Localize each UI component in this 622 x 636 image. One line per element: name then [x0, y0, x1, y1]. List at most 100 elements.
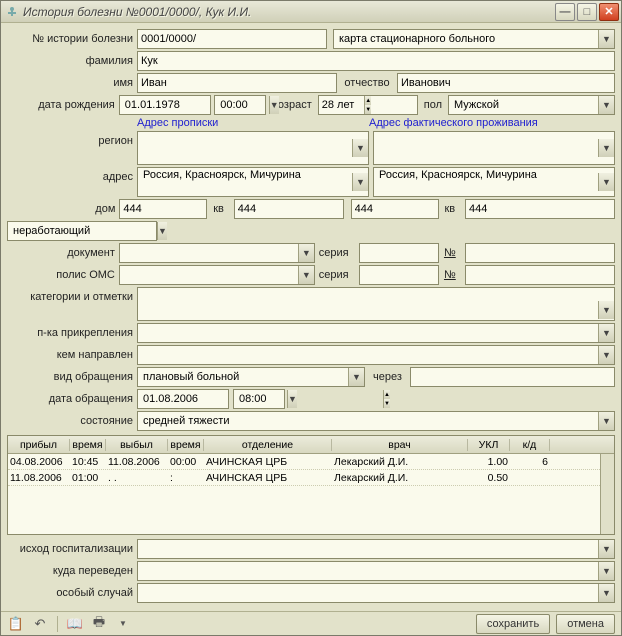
footer-toolbar: 📋 ↶ 📖 🖶 ▼ сохранить отмена [1, 611, 621, 635]
doc-number-input[interactable] [465, 243, 615, 263]
employment-combo[interactable]: ▼ [7, 221, 157, 241]
visit-date-input[interactable]: ▼ [137, 389, 229, 409]
label-name: имя [7, 77, 137, 89]
label-visit-date: дата обращения [7, 393, 137, 405]
doc-series-input[interactable] [359, 243, 439, 263]
outcome-combo[interactable]: ▼ [137, 539, 615, 559]
chevron-down-icon[interactable]: ▼ [598, 346, 614, 364]
link-address-fact[interactable]: Адрес фактического проживания [369, 117, 538, 129]
label-address: адрес [7, 167, 137, 197]
label-through: через [365, 371, 410, 383]
flat-reg-input[interactable] [234, 199, 344, 219]
table-row[interactable]: 04.08.200610:4511.08.200600:00АЧИНСКАЯ Ц… [8, 454, 614, 470]
spin-down-icon[interactable]: ▼ [364, 105, 371, 114]
chevron-down-icon[interactable]: ▼ [598, 412, 614, 430]
visit-type-combo[interactable]: ▼ [137, 367, 365, 387]
address-fact-combo[interactable]: ▼ [373, 167, 615, 197]
surname-input[interactable] [137, 51, 615, 71]
label-visit-type: вид обращения [7, 371, 137, 383]
history-no-input[interactable] [137, 29, 327, 49]
attach-combo[interactable]: ▼ [137, 323, 615, 343]
chevron-down-icon[interactable]: ▼ [352, 173, 368, 191]
chevron-down-icon[interactable]: ▼ [598, 540, 614, 558]
separator [57, 616, 58, 632]
omc-number-input[interactable] [465, 265, 615, 285]
table-row[interactable]: 11.08.200601:00. .:АЧИНСКАЯ ЦРБЛекарский… [8, 470, 614, 486]
chevron-down-icon[interactable]: ▼ [298, 244, 314, 262]
dob-date-input[interactable]: ▼ [119, 95, 211, 115]
chevron-down-icon[interactable]: ▼ [598, 301, 614, 319]
chevron-down-icon[interactable]: ▼ [598, 96, 614, 114]
spin-down-icon[interactable]: ▼ [383, 399, 390, 408]
referred-combo[interactable]: ▼ [137, 345, 615, 365]
spin-up-icon[interactable]: ▲ [364, 96, 371, 105]
patronymic-input[interactable] [397, 73, 615, 93]
chevron-down-icon[interactable]: ▼ [348, 368, 364, 386]
address-reg-combo[interactable]: ▼ [137, 167, 369, 197]
state-combo[interactable]: ▼ [137, 411, 615, 431]
address-reg-text[interactable] [141, 169, 352, 195]
omc-series-input[interactable] [359, 265, 439, 285]
label-sex: пол [418, 99, 448, 111]
sex-combo[interactable]: ▼ [448, 95, 615, 115]
chevron-down-icon[interactable]: ▼ [157, 222, 167, 240]
label-omc-number: № [439, 269, 465, 281]
chevron-down-icon[interactable]: ▼ [598, 562, 614, 580]
flat-fact-input[interactable] [465, 199, 615, 219]
label-outcome: исход госпитализации [7, 543, 137, 555]
omc-combo[interactable]: ▼ [119, 265, 315, 285]
close-button[interactable]: ✕ [599, 3, 619, 21]
through-input[interactable] [410, 367, 615, 387]
maximize-button[interactable]: □ [577, 3, 597, 21]
label-house: дом [7, 203, 119, 215]
label-patronymic: отчество [337, 77, 397, 89]
categories-combo[interactable]: ▼ [137, 287, 615, 321]
label-special: особый случай [7, 587, 137, 599]
label-document: документ [7, 247, 119, 259]
minimize-button[interactable]: — [555, 3, 575, 21]
card-type-combo[interactable]: ▼ [333, 29, 615, 49]
house-fact-input[interactable] [351, 199, 439, 219]
label-transfer: куда переведен [7, 565, 137, 577]
chevron-down-icon[interactable]: ▼ [598, 324, 614, 342]
chevron-down-icon[interactable]: ▼ [598, 30, 614, 48]
cancel-button[interactable]: отмена [556, 614, 615, 634]
region-fact-combo[interactable]: ▼ [373, 131, 615, 165]
special-combo[interactable]: ▼ [137, 583, 615, 603]
chevron-down-icon[interactable]: ▼ [598, 173, 614, 191]
chevron-down-icon[interactable]: ▼ [598, 584, 614, 602]
name-input[interactable] [137, 73, 337, 93]
table-scrollbar[interactable] [600, 454, 614, 534]
dob-time-input[interactable]: ▲▼ [214, 95, 266, 115]
card-type-text[interactable] [337, 31, 598, 47]
label-referred: кем направлен [7, 349, 137, 361]
transfer-combo[interactable]: ▼ [137, 561, 615, 581]
chevron-down-icon[interactable]: ▼ [352, 139, 368, 157]
label-attach: п-ка прикрепления [7, 327, 137, 339]
print-icon[interactable]: 🖶 [90, 615, 108, 633]
label-region: регион [7, 131, 137, 165]
label-omc: полис ОМС [7, 269, 119, 281]
clipboard-icon[interactable]: 📋 [7, 615, 25, 633]
table-header: прибыл время выбыл время отделение врач … [8, 436, 614, 454]
titlebar: История болезни №0001/0000/, Кук И.И. — … [1, 1, 621, 23]
region-reg-combo[interactable]: ▼ [137, 131, 369, 165]
label-history-no: № истории болезни [7, 33, 137, 45]
save-button[interactable]: сохранить [476, 614, 550, 634]
document-type-combo[interactable]: ▼ [119, 243, 315, 263]
undo-icon[interactable]: ↶ [31, 615, 49, 633]
label-omc-series: серия [315, 269, 359, 281]
label-dob: дата рождения [7, 99, 119, 111]
dropdown-arrow-icon[interactable]: ▼ [114, 615, 132, 633]
link-address-reg[interactable]: Адрес прописки [137, 117, 369, 129]
address-fact-text[interactable] [377, 169, 598, 195]
label-state: состояние [7, 415, 137, 427]
book-icon[interactable]: 📖 [66, 615, 84, 633]
chevron-down-icon[interactable]: ▼ [598, 139, 614, 157]
hospitalization-table[interactable]: прибыл время выбыл время отделение врач … [7, 435, 615, 535]
house-reg-input[interactable] [119, 199, 207, 219]
chevron-down-icon[interactable]: ▼ [298, 266, 314, 284]
spin-up-icon[interactable]: ▲ [383, 390, 390, 399]
visit-time-input[interactable]: ▲▼ [233, 389, 285, 409]
window-title: История болезни №0001/0000/, Кук И.И. [23, 5, 553, 19]
